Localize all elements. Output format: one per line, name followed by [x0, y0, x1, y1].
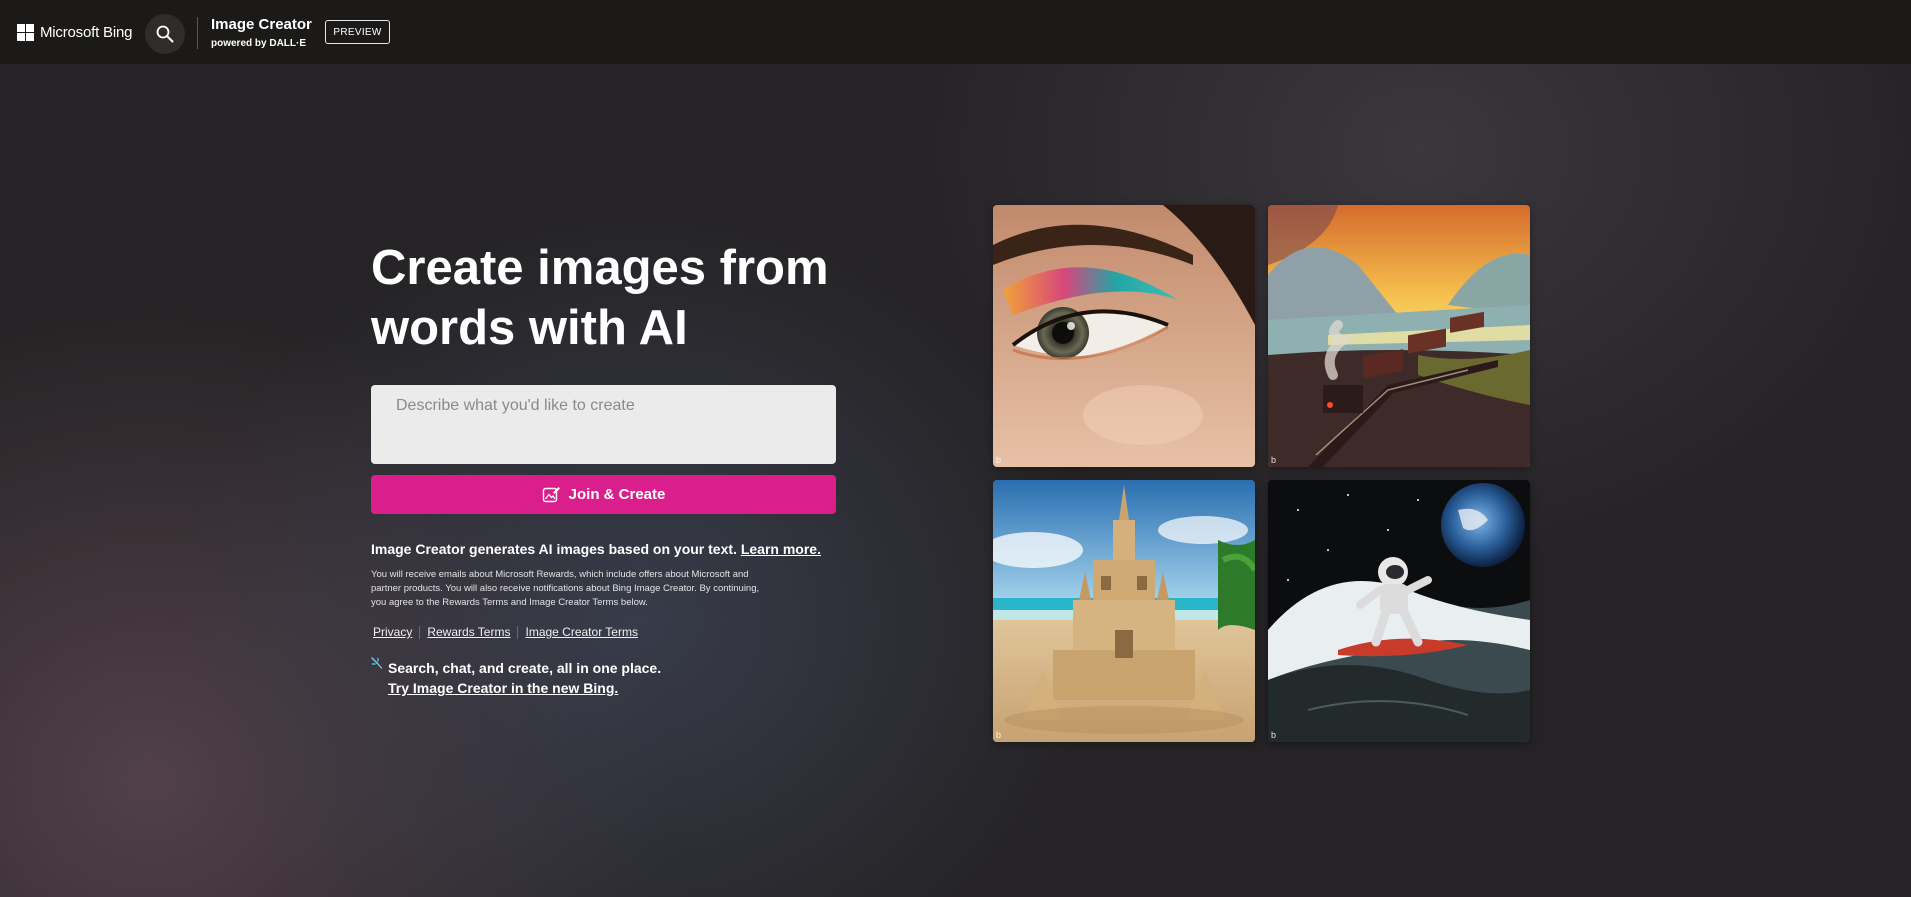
watermark-icon: b	[1271, 730, 1277, 740]
info-text-body: Image Creator generates AI images based …	[371, 541, 737, 557]
preview-badge: PREVIEW	[325, 20, 390, 44]
gallery-image-eye-makeup[interactable]: b	[993, 205, 1255, 467]
sparkle-icon	[371, 657, 383, 669]
join-create-button[interactable]: Join & Create	[371, 475, 836, 514]
privacy-link[interactable]: Privacy	[373, 625, 412, 639]
try-new-bing-link[interactable]: Try Image Creator in the new Bing.	[388, 678, 661, 698]
gallery-image-steam-train[interactable]: b	[1268, 205, 1530, 467]
top-bar: Microsoft Bing Image Creator powered by …	[0, 0, 1911, 64]
promo-headline: Search, chat, and create, all in one pla…	[388, 660, 662, 676]
header-divider	[197, 17, 198, 49]
prompt-input[interactable]	[371, 385, 836, 464]
hero-title: Create images from words with AI	[371, 238, 851, 358]
join-create-label: Join & Create	[568, 486, 666, 503]
legal-notice: You will receive emails about Microsoft …	[371, 569, 760, 608]
hero-title-line-2: words with AI	[371, 301, 688, 355]
promo-text: Search, chat, and create, all in one pla…	[388, 658, 661, 698]
watermark-icon: b	[996, 455, 1002, 465]
search-icon	[156, 25, 174, 43]
link-separator	[517, 625, 519, 639]
gallery-image-astronaut-surfing[interactable]: b	[1268, 480, 1530, 742]
image-creator-terms-link[interactable]: Image Creator Terms	[525, 625, 637, 639]
brand-name[interactable]: Microsoft Bing	[40, 24, 132, 41]
watermark-icon: b	[1271, 455, 1277, 465]
hero-title-line-1: Create images from	[371, 241, 829, 295]
rewards-terms-link[interactable]: Rewards Terms	[427, 625, 510, 639]
footer-links: Privacy Rewards Terms Image Creator Term…	[373, 625, 638, 639]
info-text: Image Creator generates AI images based …	[371, 541, 821, 557]
link-separator	[419, 625, 421, 639]
product-title[interactable]: Image Creator	[211, 16, 312, 33]
watermark-icon: b	[996, 730, 1002, 740]
search-button[interactable]	[145, 14, 185, 54]
learn-more-link[interactable]: Learn more.	[741, 541, 821, 557]
image-create-icon	[542, 487, 560, 503]
microsoft-logo-icon[interactable]	[17, 24, 34, 41]
product-subtitle: powered by DALL·E	[211, 38, 307, 49]
gallery-image-sand-castle[interactable]: b	[993, 480, 1255, 742]
